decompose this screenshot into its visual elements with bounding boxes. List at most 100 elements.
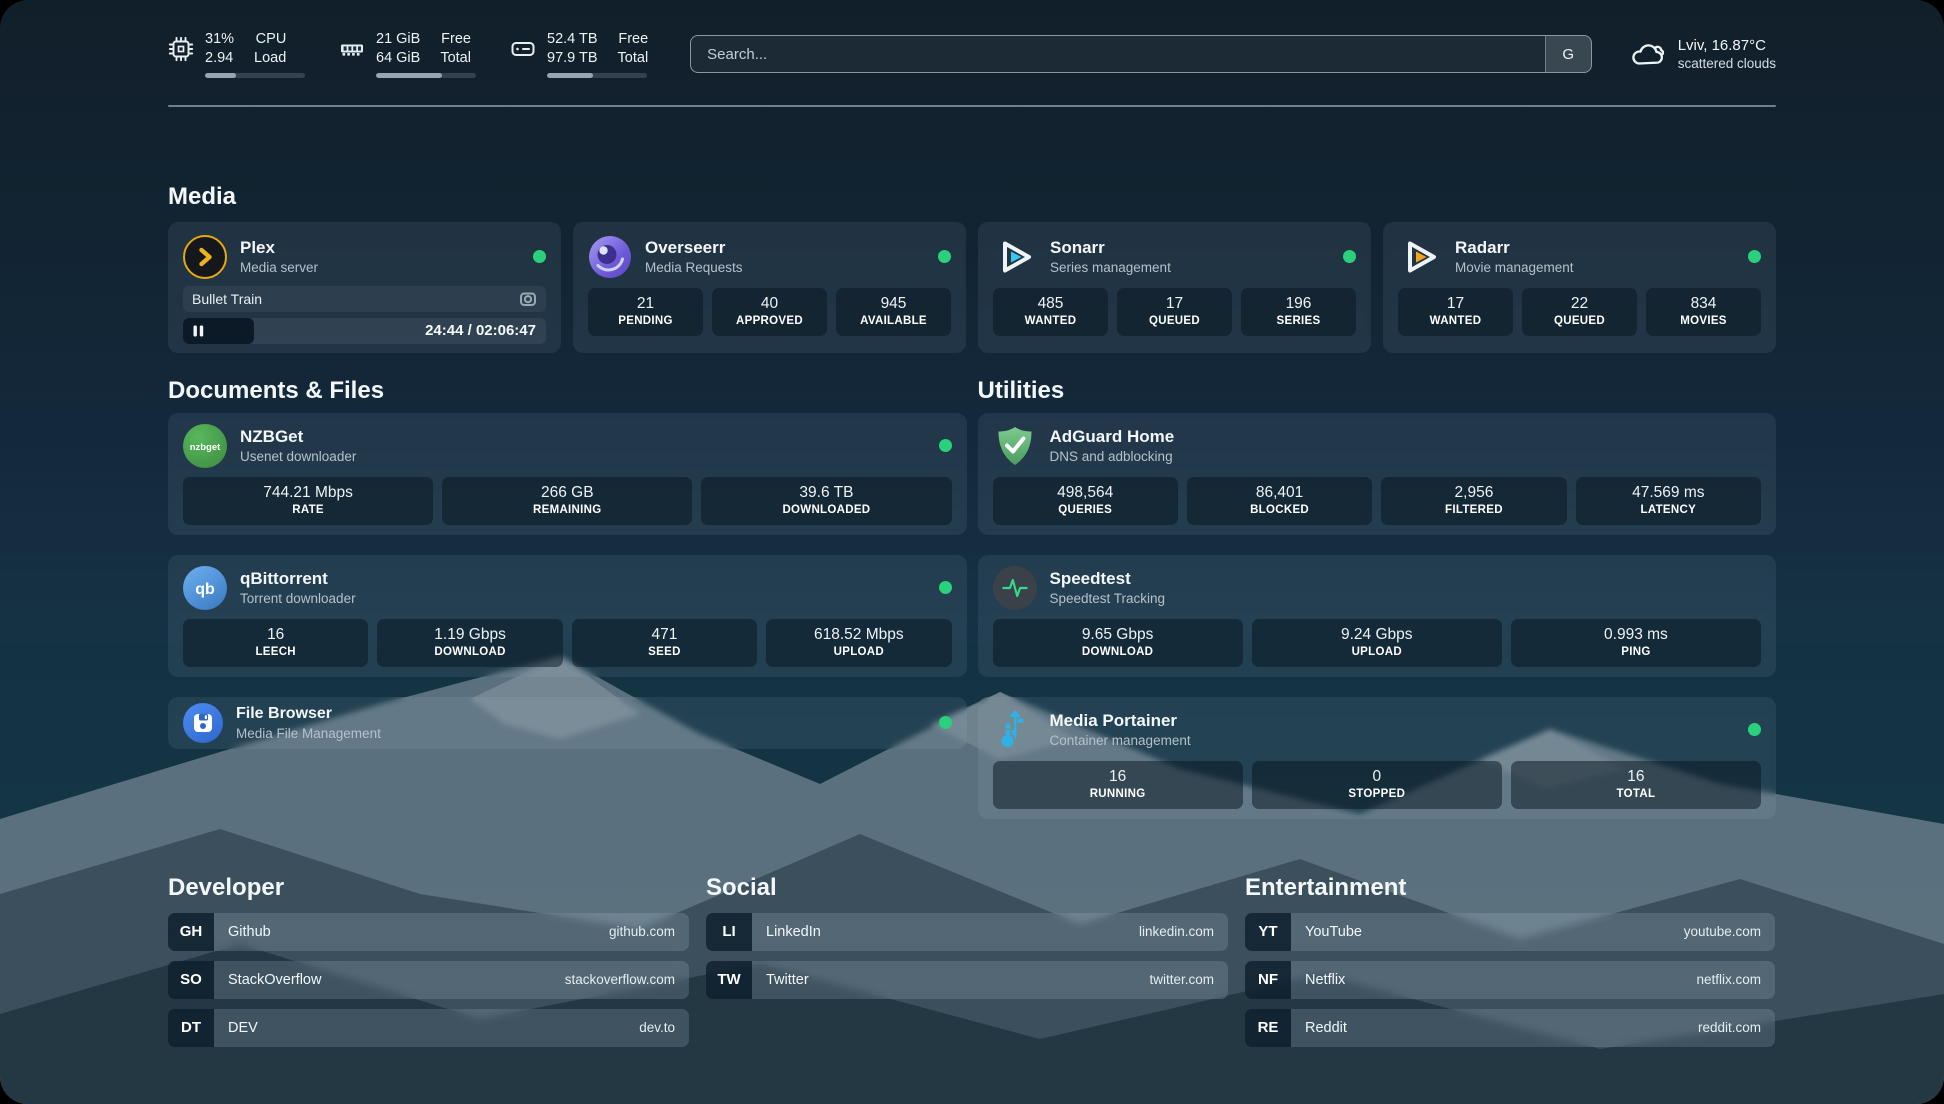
documents-heading: Documents & Files bbox=[168, 377, 967, 405]
disk-progress-bar bbox=[547, 73, 647, 78]
bookmark-linkedin[interactable]: LI LinkedIn linkedin.com bbox=[706, 913, 1228, 951]
disk-label-2: Total bbox=[618, 49, 649, 68]
filebrowser-card[interactable]: File Browser Media File Management bbox=[168, 697, 967, 749]
weather-widget: Lviv, 16.87°C scattered clouds bbox=[1630, 36, 1776, 73]
stat-running: 16RUNNING bbox=[993, 761, 1243, 809]
status-dot bbox=[938, 250, 951, 263]
app-name: File Browser bbox=[236, 704, 381, 724]
radarr-card[interactable]: Radarr Movie management 17WANTED 22QUEUE… bbox=[1383, 222, 1776, 353]
disk-free-value: 52.4 TB bbox=[547, 30, 598, 49]
nzbget-icon: nzbget bbox=[183, 424, 227, 468]
stat-filtered: 2,956FILTERED bbox=[1381, 477, 1566, 525]
bookmark-stackoverflow[interactable]: SO StackOverflow stackoverflow.com bbox=[168, 961, 689, 999]
cpu-load-value: 2.94 bbox=[205, 49, 234, 68]
bookmark-abbr: LI bbox=[706, 913, 752, 951]
bookmark-netflix[interactable]: NF Netflix netflix.com bbox=[1245, 961, 1775, 999]
bookmark-youtube[interactable]: YT YouTube youtube.com bbox=[1245, 913, 1775, 951]
bookmark-abbr: SO bbox=[168, 961, 214, 999]
now-playing-title: Bullet Train bbox=[192, 291, 262, 307]
stat-seed: 471SEED bbox=[572, 619, 757, 667]
svg-text:qb: qb bbox=[195, 581, 215, 598]
bookmark-abbr: YT bbox=[1245, 913, 1291, 951]
stat-pending: 21PENDING bbox=[588, 288, 703, 336]
stat-leech: 16LEECH bbox=[183, 619, 368, 667]
stat-queued: 22QUEUED bbox=[1522, 288, 1637, 336]
bookmark-name: DEV bbox=[228, 1020, 258, 1036]
nzbget-card[interactable]: nzbget NZBGet Usenet downloader 744.21 M… bbox=[168, 413, 967, 535]
app-name: NZBGet bbox=[240, 427, 356, 447]
bookmark-name: Github bbox=[228, 924, 271, 940]
adguard-card[interactable]: AdGuard Home DNS and adblocking 498,564Q… bbox=[978, 413, 1777, 535]
developer-section: Developer GH Github github.com SO StackO… bbox=[168, 874, 689, 1057]
portainer-icon bbox=[993, 708, 1037, 752]
bookmark-url: github.com bbox=[609, 924, 675, 939]
stat-blocked: 86,401BLOCKED bbox=[1187, 477, 1372, 525]
stat-latency: 47.569 msLATENCY bbox=[1576, 477, 1761, 525]
ram-progress-bar bbox=[376, 73, 476, 78]
bookmark-url: stackoverflow.com bbox=[565, 972, 675, 987]
bookmark-name: LinkedIn bbox=[766, 924, 821, 940]
search-input[interactable] bbox=[691, 36, 1545, 72]
bookmark-github[interactable]: GH Github github.com bbox=[168, 913, 689, 951]
stat-download: 1.19 GbpsDOWNLOAD bbox=[377, 619, 562, 667]
status-dot bbox=[1343, 250, 1356, 263]
cpu-usage-widget: 31% 2.94 CPU Load bbox=[168, 30, 305, 78]
weather-condition: scattered clouds bbox=[1678, 55, 1776, 73]
session-camera-icon[interactable] bbox=[519, 290, 537, 308]
entertainment-section: Entertainment YT YouTube youtube.com NF … bbox=[1245, 874, 1775, 1057]
app-desc: DNS and adblocking bbox=[1050, 449, 1175, 465]
playback-progress-bar[interactable]: 24:44 / 02:06:47 bbox=[183, 318, 546, 344]
top-bar: 31% 2.94 CPU Load bbox=[168, 0, 1776, 78]
stat-approved: 40APPROVED bbox=[712, 288, 827, 336]
bookmark-name: Netflix bbox=[1305, 972, 1345, 988]
app-desc: Movie management bbox=[1455, 260, 1574, 276]
bookmark-abbr: GH bbox=[168, 913, 214, 951]
cpu-label-1: CPU bbox=[254, 30, 286, 49]
pause-icon[interactable] bbox=[193, 325, 204, 337]
disk-icon bbox=[510, 36, 536, 62]
app-name: qBittorrent bbox=[240, 569, 356, 589]
filebrowser-icon bbox=[183, 703, 223, 743]
search-bar: G bbox=[690, 35, 1592, 73]
app-name: AdGuard Home bbox=[1050, 427, 1175, 447]
stat-upload: 618.52 MbpsUPLOAD bbox=[766, 619, 951, 667]
speedtest-card[interactable]: Speedtest Speedtest Tracking 9.65 GbpsDO… bbox=[978, 555, 1777, 677]
search-engine-button[interactable]: G bbox=[1545, 36, 1591, 72]
stat-upload: 9.24 GbpsUPLOAD bbox=[1252, 619, 1502, 667]
app-name: Overseerr bbox=[645, 238, 743, 258]
social-section: Social LI LinkedIn linkedin.com TW Twitt… bbox=[706, 874, 1228, 1057]
overseerr-icon bbox=[588, 235, 632, 279]
bookmark-twitter[interactable]: TW Twitter twitter.com bbox=[706, 961, 1228, 999]
overseerr-card[interactable]: Overseerr Media Requests 21PENDING 40APP… bbox=[573, 222, 966, 353]
bookmark-abbr: DT bbox=[168, 1009, 214, 1047]
bookmark-reddit[interactable]: RE Reddit reddit.com bbox=[1245, 1009, 1775, 1047]
portainer-card[interactable]: Media Portainer Container management 16R… bbox=[978, 697, 1777, 819]
app-desc: Torrent downloader bbox=[240, 591, 356, 607]
stat-total: 16TOTAL bbox=[1511, 761, 1761, 809]
status-dot bbox=[939, 716, 952, 729]
bookmark-dev[interactable]: DT DEV dev.to bbox=[168, 1009, 689, 1047]
stat-movies: 834MOVIES bbox=[1646, 288, 1761, 336]
bookmark-url: netflix.com bbox=[1696, 972, 1761, 987]
stat-series: 196SERIES bbox=[1241, 288, 1356, 336]
stat-downloaded: 39.6 TBDOWNLOADED bbox=[701, 477, 951, 525]
plex-icon bbox=[183, 235, 227, 279]
bookmark-abbr: TW bbox=[706, 961, 752, 999]
utilities-heading: Utilities bbox=[978, 377, 1777, 405]
cpu-icon bbox=[168, 36, 194, 62]
qbittorrent-card[interactable]: qb qBittorrent Torrent downloader 16LEEC… bbox=[168, 555, 967, 677]
svg-text:nzbget: nzbget bbox=[190, 442, 221, 453]
status-dot bbox=[939, 439, 952, 452]
stat-queries: 498,564QUERIES bbox=[993, 477, 1178, 525]
weather-location-temp: Lviv, 16.87°C bbox=[1678, 36, 1776, 55]
disk-label-1: Free bbox=[618, 30, 649, 49]
ram-usage-widget: 21 GiB 64 GiB Free Total bbox=[339, 30, 476, 78]
app-name: Media Portainer bbox=[1050, 711, 1191, 731]
stat-ping: 0.993 msPING bbox=[1511, 619, 1761, 667]
dashboard-window: 31% 2.94 CPU Load bbox=[0, 0, 1944, 1104]
bookmark-abbr: RE bbox=[1245, 1009, 1291, 1047]
plex-card[interactable]: Plex Media server Bullet Train bbox=[168, 222, 561, 353]
status-dot bbox=[1748, 250, 1761, 263]
sonarr-card[interactable]: Sonarr Series management 485WANTED 17QUE… bbox=[978, 222, 1371, 353]
stat-queued: 17QUEUED bbox=[1117, 288, 1232, 336]
